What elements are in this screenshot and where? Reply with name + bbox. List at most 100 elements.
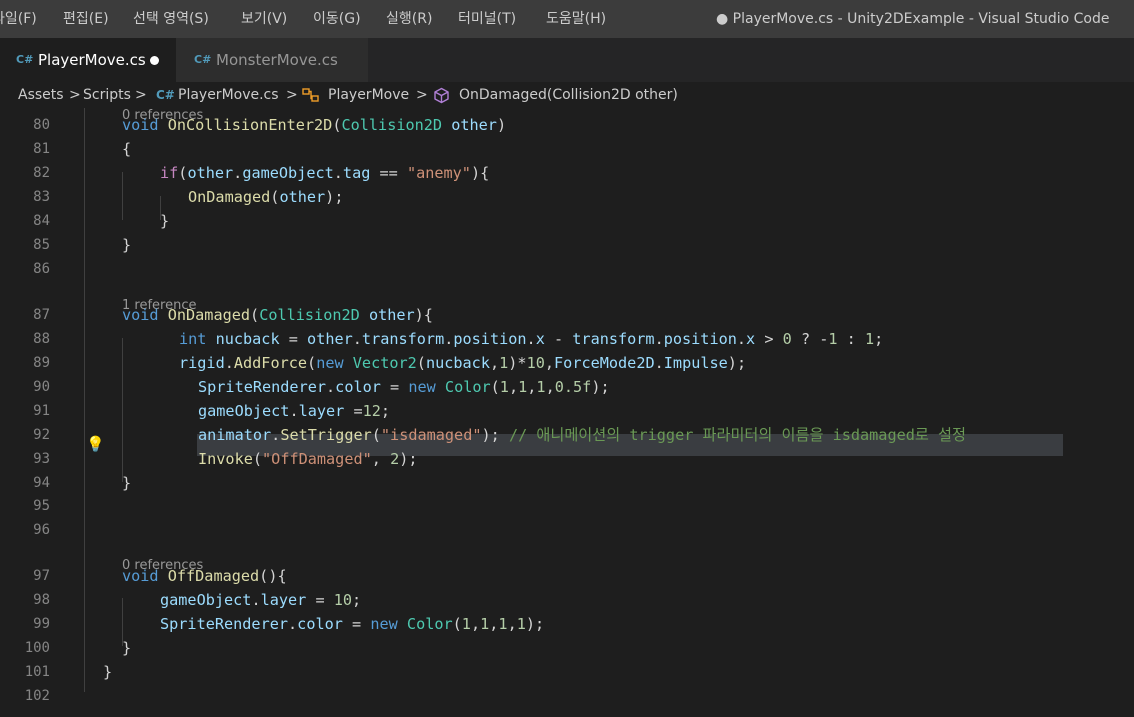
code-line[interactable]: gameObject.layer = 10;: [160, 590, 361, 610]
code-token: Color: [406, 615, 453, 633]
code-token: x: [535, 330, 545, 348]
breadcrumb-class[interactable]: PlayerMove: [328, 82, 409, 108]
code-token: 1: [461, 615, 471, 633]
code-token: 1: [828, 330, 838, 348]
code-token: SetTrigger: [280, 426, 372, 444]
line-number: 85: [33, 237, 50, 253]
menu-go[interactable]: 이동(G): [313, 0, 361, 38]
code-line[interactable]: }: [122, 235, 131, 255]
code-line[interactable]: void OffDamaged(){: [122, 566, 287, 586]
code-token: color: [335, 378, 381, 396]
code-token: {: [122, 140, 132, 158]
code-line[interactable]: SpriteRenderer.color = new Color(1,1,1,0…: [198, 377, 610, 397]
code-token: ){: [414, 306, 433, 324]
code-token: 1: [536, 378, 546, 396]
code-token: // 애니메이션의 trigger 파라미터의 이름을 isdamaged로 설…: [508, 426, 966, 444]
line-number: 90: [33, 379, 50, 395]
code-token: ,: [507, 615, 517, 633]
code-line[interactable]: gameObject.layer =12;: [198, 401, 390, 421]
tab-monstermove[interactable]: C# MonsterMove.cs: [176, 38, 368, 82]
tab-label: PlayerMove.cs: [38, 51, 146, 69]
menu-file[interactable]: 파일(F): [0, 0, 37, 38]
code-token: void: [122, 306, 159, 324]
code-line[interactable]: }: [103, 662, 112, 682]
menu-selection[interactable]: 선택 영역(S): [133, 0, 209, 38]
code-token: >: [755, 330, 783, 348]
code-token: OnDamaged: [188, 188, 271, 206]
menu-view[interactable]: 보기(V): [241, 0, 287, 38]
code-line[interactable]: int nucback = other.transform.position.x…: [179, 329, 883, 349]
indent-guide: [84, 108, 85, 692]
chevron-right-icon: >: [416, 87, 428, 103]
code-token: }: [122, 639, 132, 657]
code-line[interactable]: animator.SetTrigger("isdamaged"); // 애니메…: [198, 425, 966, 445]
code-line[interactable]: Invoke("OffDamaged", 2);: [198, 449, 418, 469]
breadcrumb-file[interactable]: PlayerMove.cs: [178, 82, 279, 108]
line-number: 82: [33, 165, 50, 181]
code-token: other: [187, 164, 234, 182]
code-token: "isdamaged": [380, 426, 482, 444]
code-line[interactable]: void OnDamaged(Collision2D other){: [122, 305, 433, 325]
line-number: 99: [33, 616, 50, 632]
lightbulb-icon[interactable]: 💡: [86, 434, 105, 454]
code-token: if: [160, 164, 179, 182]
breadcrumb-assets[interactable]: Assets: [18, 82, 64, 108]
code-token: =: [342, 615, 371, 633]
code-line[interactable]: }: [122, 638, 131, 658]
code-token: gameObject: [160, 591, 252, 609]
code-line[interactable]: SpriteRenderer.color = new Color(1,1,1,1…: [160, 614, 544, 634]
code-line[interactable]: }: [122, 473, 131, 493]
code-token: position: [663, 330, 737, 348]
code-editor[interactable]: 0 references 1 reference 0 references 💡 …: [0, 108, 1134, 717]
code-token: Invoke: [198, 450, 253, 468]
tab-playermove[interactable]: C# PlayerMove.cs: [0, 38, 176, 82]
code-token: 1: [518, 378, 528, 396]
unsaved-dot-icon[interactable]: [150, 56, 159, 65]
code-line[interactable]: if(other.gameObject.tag == "anemy"){: [160, 163, 489, 183]
menu-terminal[interactable]: 터미널(T): [458, 0, 516, 38]
code-token: layer: [298, 402, 345, 420]
menu-edit[interactable]: 편집(E): [63, 0, 109, 38]
code-token: OnDamaged: [167, 306, 251, 324]
code-line[interactable]: OnDamaged(other);: [188, 187, 343, 207]
line-number: 88: [33, 331, 50, 347]
code-token: =: [344, 402, 363, 420]
breadcrumb-scripts[interactable]: Scripts: [83, 82, 131, 108]
code-token: tag: [342, 164, 371, 182]
code-token: other: [307, 330, 353, 348]
code-token: 0: [782, 330, 792, 348]
code-token: }: [103, 663, 113, 681]
code-token: .: [288, 615, 298, 633]
csharp-file-icon: C#: [194, 53, 212, 66]
code-token: animator: [198, 426, 272, 444]
code-line[interactable]: {: [122, 139, 131, 159]
code-token: 0.5f: [554, 378, 592, 396]
code-token: void: [122, 567, 159, 585]
code-token: 1: [499, 378, 509, 396]
code-token: ? -: [791, 330, 829, 348]
code-token: .: [736, 330, 747, 348]
code-token: Vector2: [352, 354, 417, 372]
code-token: 2: [390, 450, 400, 468]
code-line[interactable]: rigid.AddForce(new Vector2(nucback,1)*10…: [179, 353, 746, 373]
breadcrumb-method[interactable]: OnDamaged(Collision2D other): [459, 82, 678, 108]
csharp-file-icon: C#: [16, 53, 34, 66]
code-line[interactable]: void OnCollisionEnter2D(Collision2D othe…: [122, 115, 506, 135]
code-line[interactable]: }: [160, 211, 169, 231]
window-title: ● PlayerMove.cs - Unity2DExample - Visua…: [716, 11, 1110, 27]
code-token: (: [307, 354, 317, 372]
chevron-right-icon: >: [286, 87, 298, 103]
line-number: 92: [33, 427, 50, 443]
code-token: ): [496, 116, 507, 134]
code-token: 10: [526, 354, 545, 372]
menu-run[interactable]: 실행(R): [386, 0, 432, 38]
tab-label: MonsterMove.cs: [216, 51, 338, 69]
menu-help[interactable]: 도움말(H): [546, 0, 606, 38]
code-token: (: [416, 354, 426, 372]
